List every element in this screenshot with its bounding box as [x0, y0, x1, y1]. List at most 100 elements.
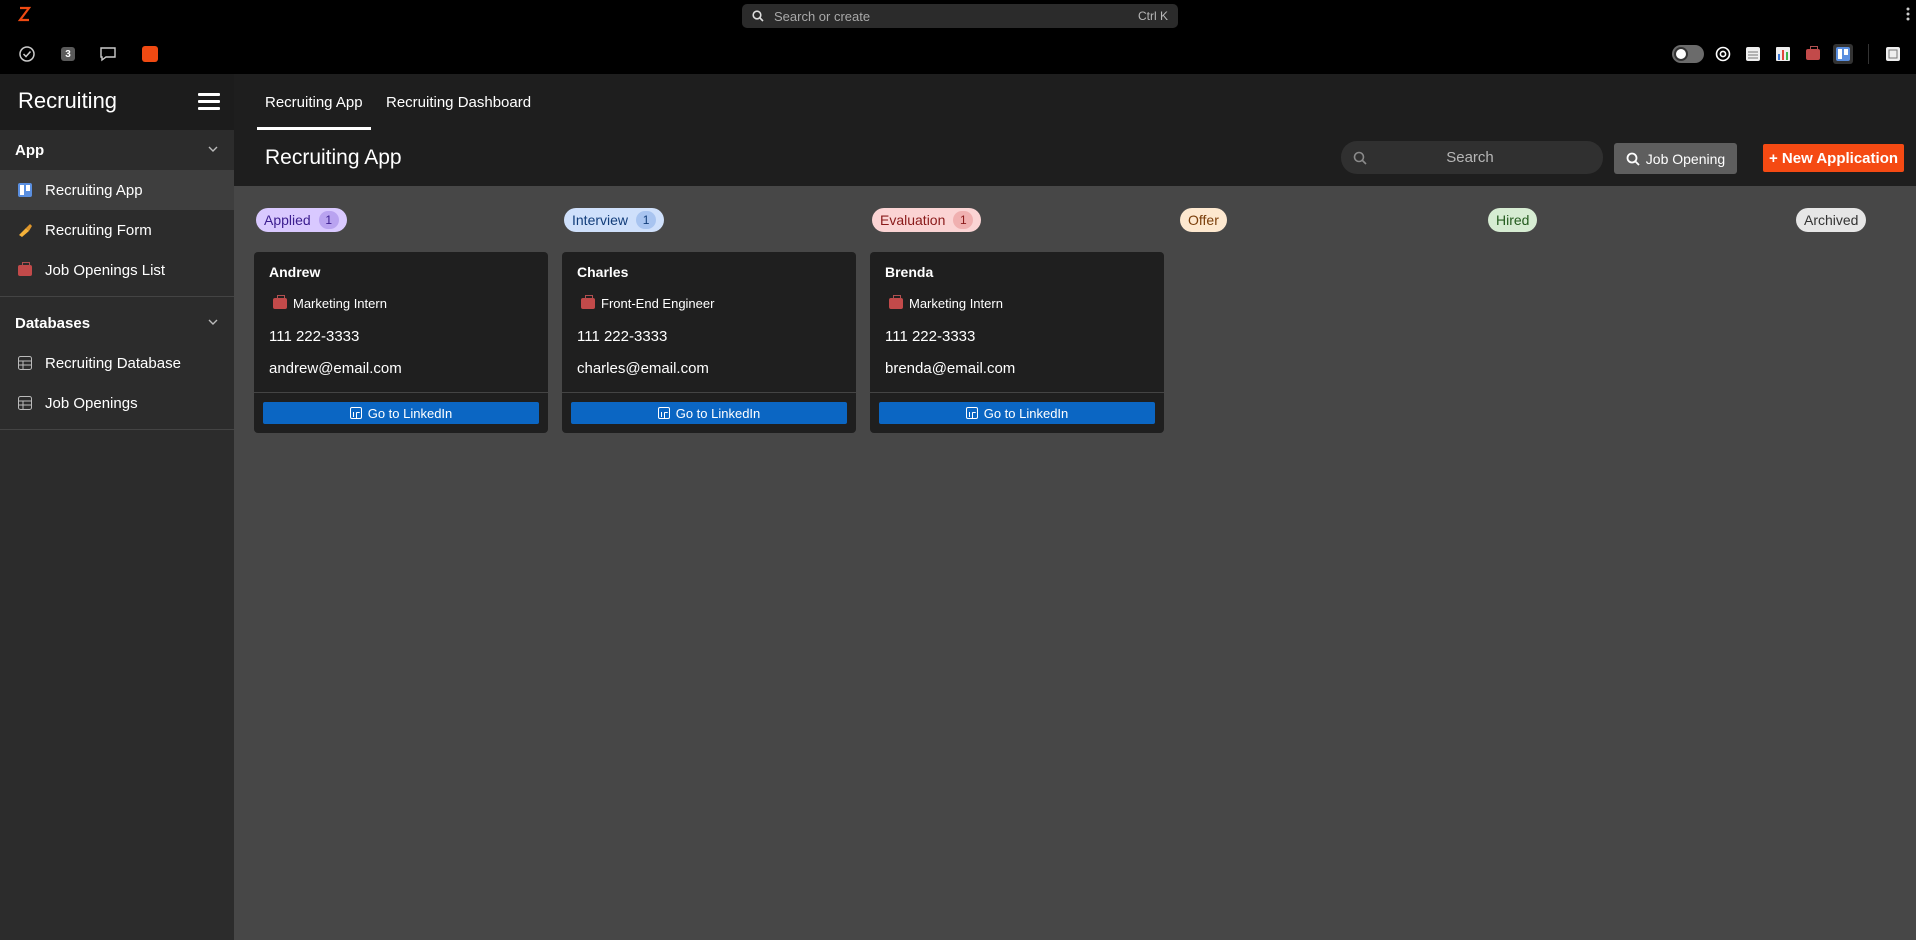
briefcase-icon — [273, 295, 287, 309]
column-label: Applied — [264, 212, 311, 228]
kanban-board: Applied 1 Interview 1 Evaluation 1 Offer… — [234, 186, 1916, 940]
board-search-input[interactable]: Search — [1341, 141, 1603, 174]
comment-icon[interactable] — [98, 44, 118, 64]
writing-hand-icon — [16, 221, 34, 239]
search-icon — [1353, 151, 1367, 165]
new-application-button[interactable]: + New Application — [1763, 144, 1904, 172]
sidebar-title: Recruiting — [18, 88, 118, 113]
badge-count: 3 — [61, 47, 75, 61]
sidebar-item-recruiting-database[interactable]: Recruiting Database — [0, 343, 234, 383]
applicant-card[interactable]: Brenda Marketing Intern 111 222-3333 bre… — [870, 252, 1164, 433]
column-header-offer[interactable]: Offer — [1180, 208, 1227, 232]
briefcase-icon[interactable] — [1803, 44, 1823, 64]
table-icon — [16, 394, 34, 412]
app-orange-icon[interactable] — [140, 44, 160, 64]
job-opening-label: Job Opening — [1645, 150, 1726, 167]
table-icon — [16, 354, 34, 372]
sidebar-item-recruiting-app[interactable]: Recruiting App — [0, 170, 234, 210]
linkedin-button[interactable]: Go to LinkedIn — [879, 402, 1155, 424]
column-header-applied[interactable]: Applied 1 — [256, 208, 347, 232]
more-vertical-icon[interactable] — [1906, 6, 1910, 22]
tab-recruiting-dashboard[interactable]: Recruiting Dashboard — [386, 94, 531, 130]
top-bar: Search or create Ctrl K — [0, 0, 1916, 34]
kanban-icon — [16, 181, 34, 199]
briefcase-icon — [581, 295, 595, 309]
applicant-phone: 111 222-3333 — [269, 328, 360, 345]
column-label: Archived — [1804, 212, 1859, 228]
sidebar-divider — [0, 296, 234, 297]
applicant-role: Marketing Intern — [889, 295, 1003, 311]
sidebar: Recruiting App Recruiting App Recruiting… — [0, 74, 234, 940]
table-icon[interactable] — [1743, 44, 1763, 64]
sidebar-item-label: Recruiting Form — [45, 221, 152, 239]
sidebar-item-label: Job Openings — [45, 394, 138, 412]
applicant-email: charles@email.com — [577, 360, 709, 377]
linkedin-icon — [657, 407, 670, 419]
section-header-app[interactable]: App — [0, 130, 234, 170]
sidebar-item-job-openings-list[interactable]: Job Openings List — [0, 250, 234, 290]
column-label: Offer — [1188, 212, 1219, 228]
linkedin-label: Go to LinkedIn — [367, 405, 453, 421]
toolbar-divider — [1868, 44, 1869, 64]
global-search-placeholder: Search or create — [774, 8, 871, 24]
column-label: Interview — [572, 212, 629, 228]
section-label: App — [15, 141, 45, 159]
sidebar-item-label: Recruiting Database — [45, 354, 181, 372]
job-opening-filter-button[interactable]: Job Opening — [1614, 143, 1737, 174]
panel-icon[interactable] — [1883, 44, 1903, 64]
column-label: Evaluation — [880, 212, 946, 228]
chevron-down-icon — [208, 146, 218, 152]
card-divider — [562, 392, 856, 393]
briefcase-icon — [16, 261, 34, 279]
sidebar-divider — [0, 429, 234, 430]
linkedin-label: Go to LinkedIn — [675, 405, 761, 421]
check-circle-icon[interactable] — [17, 44, 37, 64]
column-header-evaluation[interactable]: Evaluation 1 — [872, 208, 982, 232]
section-label: Databases — [15, 314, 91, 332]
sidebar-item-job-openings[interactable]: Job Openings — [0, 383, 234, 423]
search-placeholder: Search — [1446, 149, 1494, 166]
linkedin-button[interactable]: Go to LinkedIn — [263, 402, 539, 424]
tab-recruiting-app[interactable]: Recruiting App — [257, 94, 371, 130]
applicant-role: Marketing Intern — [273, 295, 387, 311]
global-search-bar[interactable]: Search or create Ctrl K — [742, 4, 1178, 28]
column-count: 1 — [953, 211, 974, 229]
app-logo-icon[interactable] — [17, 6, 31, 22]
sidebar-header: Recruiting — [0, 74, 234, 130]
column-label: Hired — [1496, 212, 1530, 228]
kanban-icon[interactable] — [1833, 44, 1853, 64]
sidebar-item-recruiting-form[interactable]: Recruiting Form — [0, 210, 234, 250]
secondary-toolbar: 3 — [0, 34, 1916, 74]
sidebar-item-label: Recruiting App — [45, 181, 143, 199]
role-label: Front-End Engineer — [601, 296, 715, 311]
sidebar-item-label: Job Openings List — [45, 261, 166, 279]
card-divider — [254, 392, 548, 393]
search-icon — [1626, 152, 1640, 166]
applicant-email: andrew@email.com — [269, 360, 402, 377]
main-header: Recruiting App Recruiting Dashboard Recr… — [234, 74, 1916, 186]
help-ring-icon[interactable] — [1713, 44, 1733, 64]
column-header-archived[interactable]: Archived — [1796, 208, 1867, 232]
role-label: Marketing Intern — [909, 296, 1003, 311]
applicant-card[interactable]: Andrew Marketing Intern 111 222-3333 and… — [254, 252, 548, 433]
chart-icon[interactable] — [1773, 44, 1793, 64]
column-count: 1 — [318, 211, 339, 229]
briefcase-icon — [889, 295, 903, 309]
applicant-name: Charles — [577, 264, 629, 280]
applicant-name: Brenda — [885, 264, 934, 280]
linkedin-button[interactable]: Go to LinkedIn — [571, 402, 847, 424]
applicant-card[interactable]: Charles Front-End Engineer 111 222-3333 … — [562, 252, 856, 433]
section-header-databases[interactable]: Databases — [0, 303, 234, 343]
linkedin-icon — [965, 407, 978, 419]
role-label: Marketing Intern — [293, 296, 387, 311]
column-header-interview[interactable]: Interview 1 — [564, 208, 665, 232]
linkedin-label: Go to LinkedIn — [983, 405, 1069, 421]
applicant-email: brenda@email.com — [885, 360, 1016, 377]
hamburger-menu-icon[interactable] — [198, 93, 220, 111]
column-header-hired[interactable]: Hired — [1488, 208, 1538, 232]
applicant-phone: 111 222-3333 — [885, 328, 976, 345]
applicant-phone: 111 222-3333 — [577, 328, 668, 345]
page-title: Recruiting App — [265, 146, 402, 169]
theme-toggle[interactable] — [1672, 45, 1704, 63]
notification-count-badge[interactable]: 3 — [58, 44, 78, 64]
